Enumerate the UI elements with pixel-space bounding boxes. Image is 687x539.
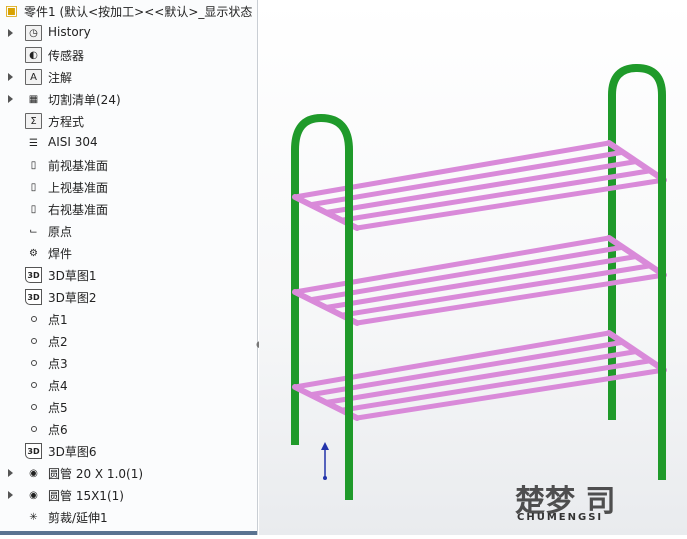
expand-arrow-icon[interactable]: [8, 95, 13, 103]
watermark-logo-sub: CHUMENGSI: [517, 512, 604, 523]
tree-item[interactable]: 点5: [0, 396, 257, 418]
tree-item[interactable]: A 注解: [0, 66, 257, 88]
tree-item-label: 点5: [48, 401, 68, 415]
tree-item[interactable]: ⚙ 焊件: [0, 242, 257, 264]
tree-item-label: 右视基准面: [48, 203, 109, 217]
tree-item-label: 点1: [48, 313, 68, 327]
annotation-folder-icon: A: [25, 69, 42, 85]
tree-item[interactable]: ▯ 右视基准面: [0, 198, 257, 220]
tree-item-label: 切割清单(24): [48, 93, 121, 107]
tree-item[interactable]: ▯ 前视基准面: [0, 154, 257, 176]
tree-item[interactable]: ◉ 圆管 20 X 1.0(1): [0, 462, 257, 484]
tree-item[interactable]: ◉ 圆管 15X1(1): [0, 484, 257, 506]
triad-icon: [321, 442, 329, 480]
tree-item[interactable]: ⌙ 原点: [0, 220, 257, 242]
tree-item-label: 3D草图2: [48, 291, 97, 305]
history-folder-icon: ◷: [25, 25, 42, 41]
equation-folder-icon: Σ: [25, 113, 42, 129]
expand-arrow-icon[interactable]: [8, 29, 13, 37]
tree-item-label: 传感器: [48, 49, 85, 63]
tree-item[interactable]: 点6: [0, 418, 257, 440]
plane-icon: ▯: [30, 181, 37, 193]
point-icon: [31, 426, 37, 432]
sketch-3d-icon: 3D: [25, 289, 42, 305]
structural-member-icon: ◉: [29, 489, 38, 501]
tree-item-label: 焊件: [48, 247, 73, 261]
tree-item-label: 点3: [48, 357, 68, 371]
tree-item[interactable]: 3D 3D草图1: [0, 264, 257, 286]
plane-icon: ▯: [30, 203, 37, 215]
tree-item-label: 注解: [48, 71, 73, 85]
point-icon: [31, 338, 37, 344]
cut-list-icon: ▦: [28, 93, 39, 105]
plane-icon: ▯: [30, 159, 37, 171]
point-icon: [31, 382, 37, 388]
expand-arrow-icon[interactable]: [8, 469, 13, 477]
sketch-3d-icon: 3D: [25, 267, 42, 283]
tree-item-label: 圆管 15X1(1): [48, 489, 124, 503]
tree-item[interactable]: ✳ 剪裁/延伸1: [0, 506, 257, 528]
tree-item[interactable]: 点2: [0, 330, 257, 352]
panel-bottom-border: [0, 531, 257, 535]
trim-extend-icon: ✳: [29, 511, 38, 523]
graphics-viewport[interactable]: [259, 0, 687, 535]
expand-arrow-icon[interactable]: [8, 491, 13, 499]
tree-item[interactable]: Σ 方程式: [0, 110, 257, 132]
tree-item[interactable]: ▯ 上视基准面: [0, 176, 257, 198]
part-title: 零件1 (默认<按加工><<默认>_显示状态: [24, 5, 253, 19]
tree-item-label: 上视基准面: [48, 181, 109, 195]
part-icon: ▣: [4, 3, 19, 19]
point-icon: [31, 316, 37, 322]
tree-item[interactable]: 3D 3D草图2: [0, 286, 257, 308]
tree-item[interactable]: 点4: [0, 374, 257, 396]
structural-member-icon: ◉: [29, 467, 38, 479]
tree-item-label: 方程式: [48, 115, 85, 129]
tree-item-label: 3D草图1: [48, 269, 97, 283]
tree-item[interactable]: 3D 3D草图6: [0, 440, 257, 462]
tree-item-label: 原点: [48, 225, 73, 239]
origin-icon: ⌙: [29, 225, 38, 237]
tree-item-label: History: [48, 25, 91, 39]
tree-item[interactable]: 点1: [0, 308, 257, 330]
weldment-icon: ⚙: [29, 247, 38, 259]
tree-item-label: 点6: [48, 423, 68, 437]
tree-item-label: 前视基准面: [48, 159, 109, 173]
tree-item[interactable]: ☰ AISI 304: [0, 132, 257, 154]
tree-item[interactable]: ◷ History: [0, 22, 257, 44]
tree-item-label: 3D草图6: [48, 445, 97, 459]
material-icon: ☰: [29, 137, 38, 149]
tree-item[interactable]: 点3: [0, 352, 257, 374]
point-icon: [31, 360, 37, 366]
sketch-3d-icon: 3D: [25, 443, 42, 459]
sensor-folder-icon: ◐: [25, 47, 42, 63]
point-icon: [31, 404, 37, 410]
feature-manager-tree: ▣ 零件1 (默认<按加工><<默认>_显示状态 ◷ History ◐ 传感器 A 注解…: [0, 0, 258, 535]
tree-item-label: 点4: [48, 379, 68, 393]
tree-item-label: 点2: [48, 335, 68, 349]
tree-item-label: AISI 304: [48, 135, 98, 149]
tree-item-label: 圆管 20 X 1.0(1): [48, 467, 144, 481]
tree-item-label: 剪裁/延伸1: [48, 511, 108, 525]
tree-item[interactable]: ▦ 切割清单(24): [0, 88, 257, 110]
expand-arrow-icon[interactable]: [8, 73, 13, 81]
tree-item[interactable]: ◐ 传感器: [0, 44, 257, 66]
